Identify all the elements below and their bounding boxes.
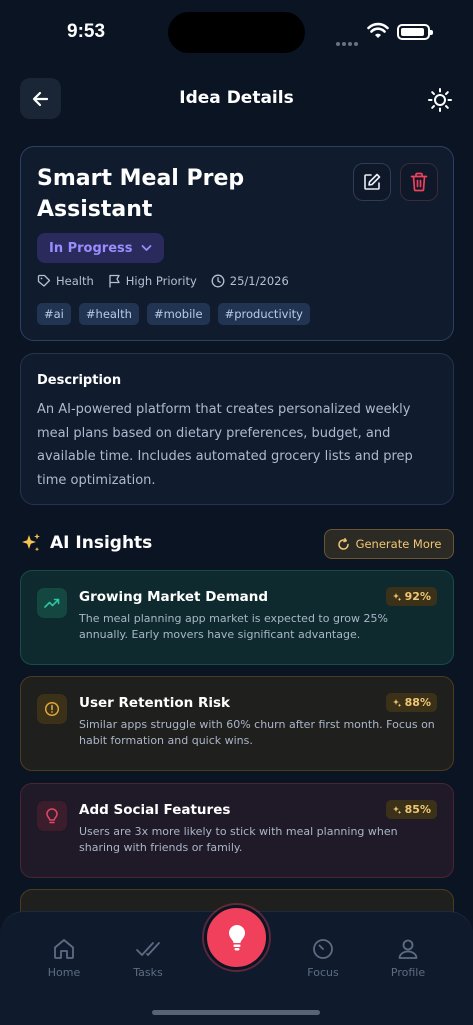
confidence-badge: 88% (385, 693, 437, 712)
date-label: 25/1/2026 (229, 274, 289, 288)
tag-chip[interactable]: #mobile (146, 303, 210, 325)
trending-up-icon (37, 588, 67, 618)
user-icon (398, 939, 418, 959)
idea-title: Smart Meal Prep Assistant (37, 166, 245, 222)
status-time: 9:53 (67, 21, 106, 42)
tab-tasks[interactable]: Tasks (113, 937, 183, 979)
edit-icon (364, 173, 381, 190)
wifi-icon (367, 22, 389, 38)
tag-list: #ai #health #mobile #productivity (37, 303, 310, 325)
battery-icon (397, 24, 433, 40)
status-bar: 9:53 (0, 0, 473, 64)
new-idea-button[interactable] (204, 905, 269, 970)
insight-card[interactable]: User Retention Risk 88% Similar apps str… (20, 676, 454, 771)
idea-meta: Health High Priority 25/1/2026 (37, 274, 289, 288)
insight-text: Users are 3x more likely to stick with m… (79, 825, 398, 854)
confidence-badge: 92% (385, 587, 437, 606)
page-title: Idea Details (179, 88, 294, 108)
tab-home-label: Home (47, 966, 81, 979)
confidence-score: 88% (404, 696, 431, 709)
insight-title: Growing Market Demand (79, 589, 269, 605)
chevron-down-icon (141, 245, 151, 251)
sparkles-icon (22, 533, 40, 552)
home-icon (54, 939, 74, 959)
description-card: Description An AI-powered platform that … (20, 353, 454, 505)
insight-text: Similar apps struggle with 60% churn aft… (79, 718, 435, 747)
theme-toggle-button[interactable] (425, 85, 455, 115)
signal-icon (336, 31, 360, 50)
tag-chip[interactable]: #ai (37, 303, 71, 325)
lightbulb-icon (37, 801, 67, 831)
refresh-icon (337, 537, 349, 550)
tab-focus[interactable]: Focus (288, 937, 358, 979)
confidence-badge: 85% (385, 800, 437, 819)
tab-profile-label: Profile (390, 966, 426, 979)
checks-icon (136, 942, 160, 956)
status-label: In Progress (49, 240, 133, 256)
trash-icon (410, 172, 428, 192)
tab-focus-label: Focus (307, 966, 339, 979)
insight-text: The meal planning app market is expected… (79, 612, 388, 641)
generate-more-button[interactable]: Generate More (324, 529, 454, 559)
home-indicator (152, 1010, 320, 1015)
description-label: Description (37, 373, 122, 388)
delete-button[interactable] (400, 163, 438, 201)
priority-meta: High Priority (108, 274, 197, 288)
tab-tasks-label: Tasks (133, 966, 163, 979)
sparkles-icon (392, 805, 401, 814)
category-label: Health (56, 274, 94, 288)
timer-icon (313, 939, 333, 959)
idea-card: Smart Meal Prep Assistant In Progress He… (20, 146, 454, 341)
tag-icon (37, 274, 51, 287)
alert-circle-icon (37, 694, 67, 724)
category-meta: Health (37, 274, 94, 288)
date-meta: 25/1/2026 (211, 274, 289, 288)
tag-chip[interactable]: #health (78, 303, 139, 325)
sun-icon (428, 88, 452, 112)
flag-icon (109, 274, 120, 288)
insight-title: User Retention Risk (79, 695, 230, 711)
ai-insights-title: AI Insights (50, 533, 153, 553)
confidence-score: 85% (404, 803, 431, 816)
dynamic-island (168, 12, 305, 53)
status-dropdown[interactable]: In Progress (37, 233, 164, 263)
clock-icon (211, 274, 225, 288)
confidence-score: 92% (404, 590, 431, 603)
lightbulb-icon (228, 924, 245, 950)
sparkles-icon (392, 698, 401, 707)
edit-button[interactable] (353, 163, 391, 201)
insight-card[interactable]: Growing Market Demand 92% The meal plann… (20, 570, 454, 665)
insight-title: Add Social Features (79, 802, 231, 818)
sparkles-icon (392, 592, 401, 601)
tab-profile[interactable]: Profile (373, 937, 443, 979)
priority-label: High Priority (125, 274, 197, 288)
insight-card[interactable]: Add Social Features 85% Users are 3x mor… (20, 783, 454, 878)
description-text: An AI-powered platform that creates pers… (37, 402, 413, 488)
ai-insights-header: AI Insights (20, 532, 152, 554)
tab-home[interactable]: Home (29, 937, 99, 979)
tag-chip[interactable]: #productivity (217, 303, 310, 325)
generate-more-label: Generate More (355, 537, 442, 551)
